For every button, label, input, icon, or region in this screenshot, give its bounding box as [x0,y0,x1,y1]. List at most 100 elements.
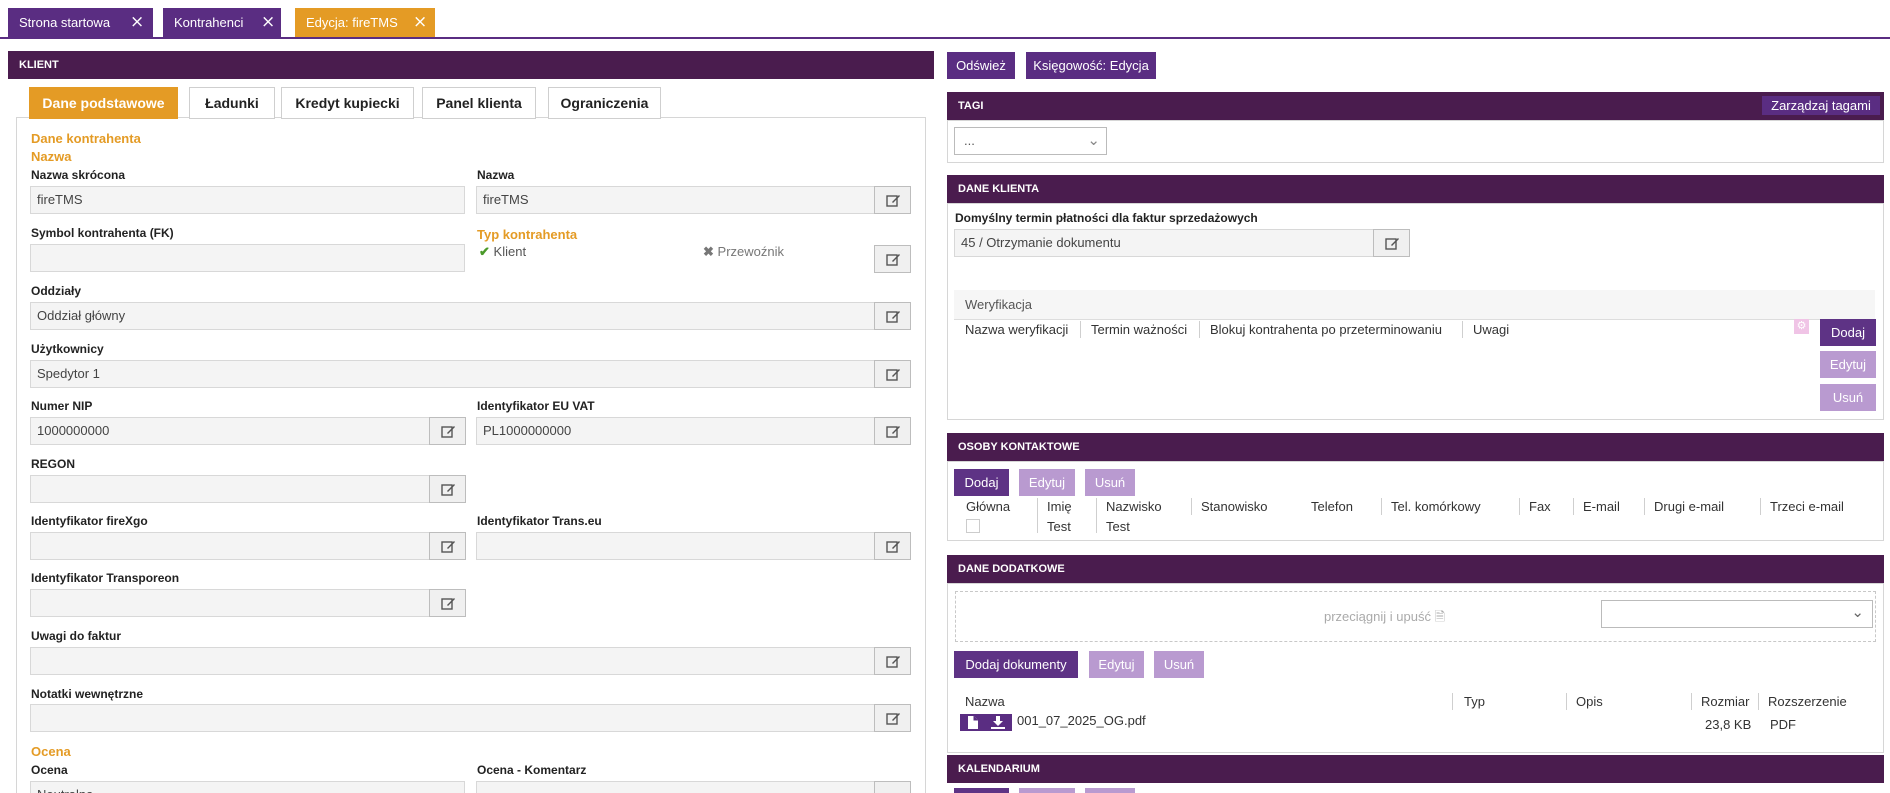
nazwa-label: Nazwa [477,168,515,182]
tab-kontrahenci[interactable]: Kontrahenci × [163,8,281,37]
dok-col-nazwa[interactable]: Nazwa [965,694,1005,709]
termin-edit-button[interactable] [1373,229,1410,257]
dokumenty-edytuj-button[interactable]: Edytuj [1089,651,1144,678]
tab-ograniczenia[interactable]: Ograniczenia [548,87,661,119]
tab-strona-startowa[interactable]: Strona startowa × [8,8,153,37]
close-icon[interactable]: × [413,8,427,37]
zarzadzaj-tagami-button[interactable]: Zarządzaj tagami [1762,96,1880,115]
transporeon-field[interactable] [30,589,430,617]
dodaj-dokumenty-button[interactable]: Dodaj dokumenty [954,651,1078,678]
document-filename[interactable]: 001_07_2025_OG.pdf [1017,713,1146,728]
col-separator [1381,498,1382,515]
uzytkownicy-edit-button[interactable] [874,360,911,388]
dok-col-rozszerzenie[interactable]: Rozszerzenie [1768,694,1847,709]
edit-icon [886,541,900,553]
close-icon[interactable]: × [130,8,144,37]
osoby-col-imie[interactable]: Imię [1047,499,1072,514]
firexgo-edit-button[interactable] [429,532,466,560]
tab-kredyt-kupiecki[interactable]: Kredyt kupiecki [281,87,414,119]
osoby-col-drugi-email[interactable]: Drugi e-mail [1654,499,1724,514]
typ-kontrahenta-label: Typ kontrahenta [477,227,578,242]
termin-field[interactable]: 45 / Otrzymanie dokumentu [954,229,1374,257]
regon-field[interactable] [30,475,430,503]
tab-edycja-firetms[interactable]: Edycja: fireTMS × [295,8,435,37]
tab-ladunki[interactable]: Ładunki [189,87,275,119]
notatki-edit-button[interactable] [874,704,911,732]
wer-col-nazwa[interactable]: Nazwa weryfikacji [965,322,1068,337]
uwagi-label: Uwagi do faktur [31,629,122,643]
dok-col-opis[interactable]: Opis [1576,694,1603,709]
wer-col-uwagi[interactable]: Uwagi [1473,322,1509,337]
tab-dane-podstawowe[interactable]: Dane podstawowe [29,87,178,119]
typ-przewoznik[interactable]: ✖ Przewoźnik [703,244,784,260]
typ-klient[interactable]: ✔ Klient [479,244,526,260]
euvat-field[interactable]: PL1000000000 [476,417,875,445]
uzytkownicy-field[interactable]: Spedytor 1 [30,360,875,388]
osoby-usun-button[interactable]: Usuń [1085,469,1135,496]
tagi-select-value: ... [964,133,975,148]
osoby-col-email[interactable]: E-mail [1583,499,1620,514]
close-icon[interactable]: × [261,8,275,37]
weryfikacja-edytuj-button[interactable]: Edytuj [1820,351,1876,378]
document-type-select[interactable]: ⌄ [1601,600,1873,628]
osoby-col-glowna[interactable]: Główna [966,499,1010,514]
firexgo-field[interactable] [30,532,430,560]
document-extension: PDF [1770,717,1796,732]
notatki-field[interactable] [30,704,875,732]
edit-icon [441,484,455,496]
kalendarium-button[interactable] [1019,788,1075,793]
transeu-edit-button[interactable] [874,532,911,560]
col-separator [1199,321,1200,338]
nazwa-edit-button[interactable] [874,186,911,214]
nazwa-field[interactable]: fireTMS [476,186,875,214]
col-separator [1096,498,1097,533]
oddzialy-edit-button[interactable] [874,302,911,330]
edit-icon [441,426,455,438]
osoby-col-nazwisko[interactable]: Nazwisko [1106,499,1162,514]
klient-header: KLIENT [8,51,934,79]
settings-gear-icon[interactable]: ⚙ [1794,319,1809,334]
odswiez-button[interactable]: Odśwież [947,52,1015,79]
dokumenty-usun-button[interactable]: Usuń [1154,651,1204,678]
ocena-komentarz-field[interactable] [476,781,875,793]
dok-col-typ[interactable]: Typ [1464,694,1485,709]
tab-label: Kontrahenci [174,15,244,30]
typ-edit-button[interactable] [874,245,911,273]
tab-panel-klienta[interactable]: Panel klienta [422,87,536,119]
nazwa-skrocona-field[interactable]: fireTMS [30,186,465,214]
glowna-checkbox[interactable] [966,519,980,533]
file-icon[interactable] [967,716,979,729]
weryfikacja-usun-button[interactable]: Usuń [1820,384,1876,411]
uwagi-field[interactable] [30,647,875,675]
ksiegowosc-edycja-button[interactable]: Księgowość: Edycja [1026,52,1156,79]
osoby-col-tel-komorkowy[interactable]: Tel. komórkowy [1391,499,1481,514]
regon-edit-button[interactable] [429,475,466,503]
section-dane-kontrahenta: Dane kontrahenta [31,131,141,146]
uwagi-edit-button[interactable] [874,647,911,675]
oddzialy-field[interactable]: Oddział główny [30,302,875,330]
transeu-field[interactable] [476,532,875,560]
nip-edit-button[interactable] [429,417,466,445]
symbol-field[interactable] [30,244,465,272]
osoby-col-trzeci-email[interactable]: Trzeci e-mail [1770,499,1844,514]
weryfikacja-dodaj-button[interactable]: Dodaj [1820,319,1876,346]
wer-col-termin[interactable]: Termin ważności [1091,322,1187,337]
osoby-edytuj-button[interactable]: Edytuj [1019,469,1075,496]
osoby-col-telefon[interactable]: Telefon [1311,499,1353,514]
nip-field[interactable]: 1000000000 [30,417,430,445]
edit-icon [886,426,900,438]
wer-col-blokuj[interactable]: Blokuj kontrahenta po przeterminowaniu [1210,322,1442,337]
transporeon-edit-button[interactable] [429,589,466,617]
osoby-dodaj-button[interactable]: Dodaj [954,469,1009,496]
kalendarium-button[interactable] [1085,788,1135,793]
dok-col-rozmiar[interactable]: Rozmiar [1701,694,1749,709]
tagi-select[interactable]: ... ⌄ [954,127,1107,155]
download-icon[interactable] [991,716,1005,729]
euvat-edit-button[interactable] [874,417,911,445]
osoby-col-fax[interactable]: Fax [1529,499,1551,514]
ocena-edit-button[interactable] [874,781,911,793]
kalendarium-button[interactable] [954,788,1009,793]
ocena-field[interactable]: Neutralna [30,781,465,793]
osoby-row-nazwisko: Test [1106,519,1130,534]
osoby-col-stanowisko[interactable]: Stanowisko [1201,499,1267,514]
